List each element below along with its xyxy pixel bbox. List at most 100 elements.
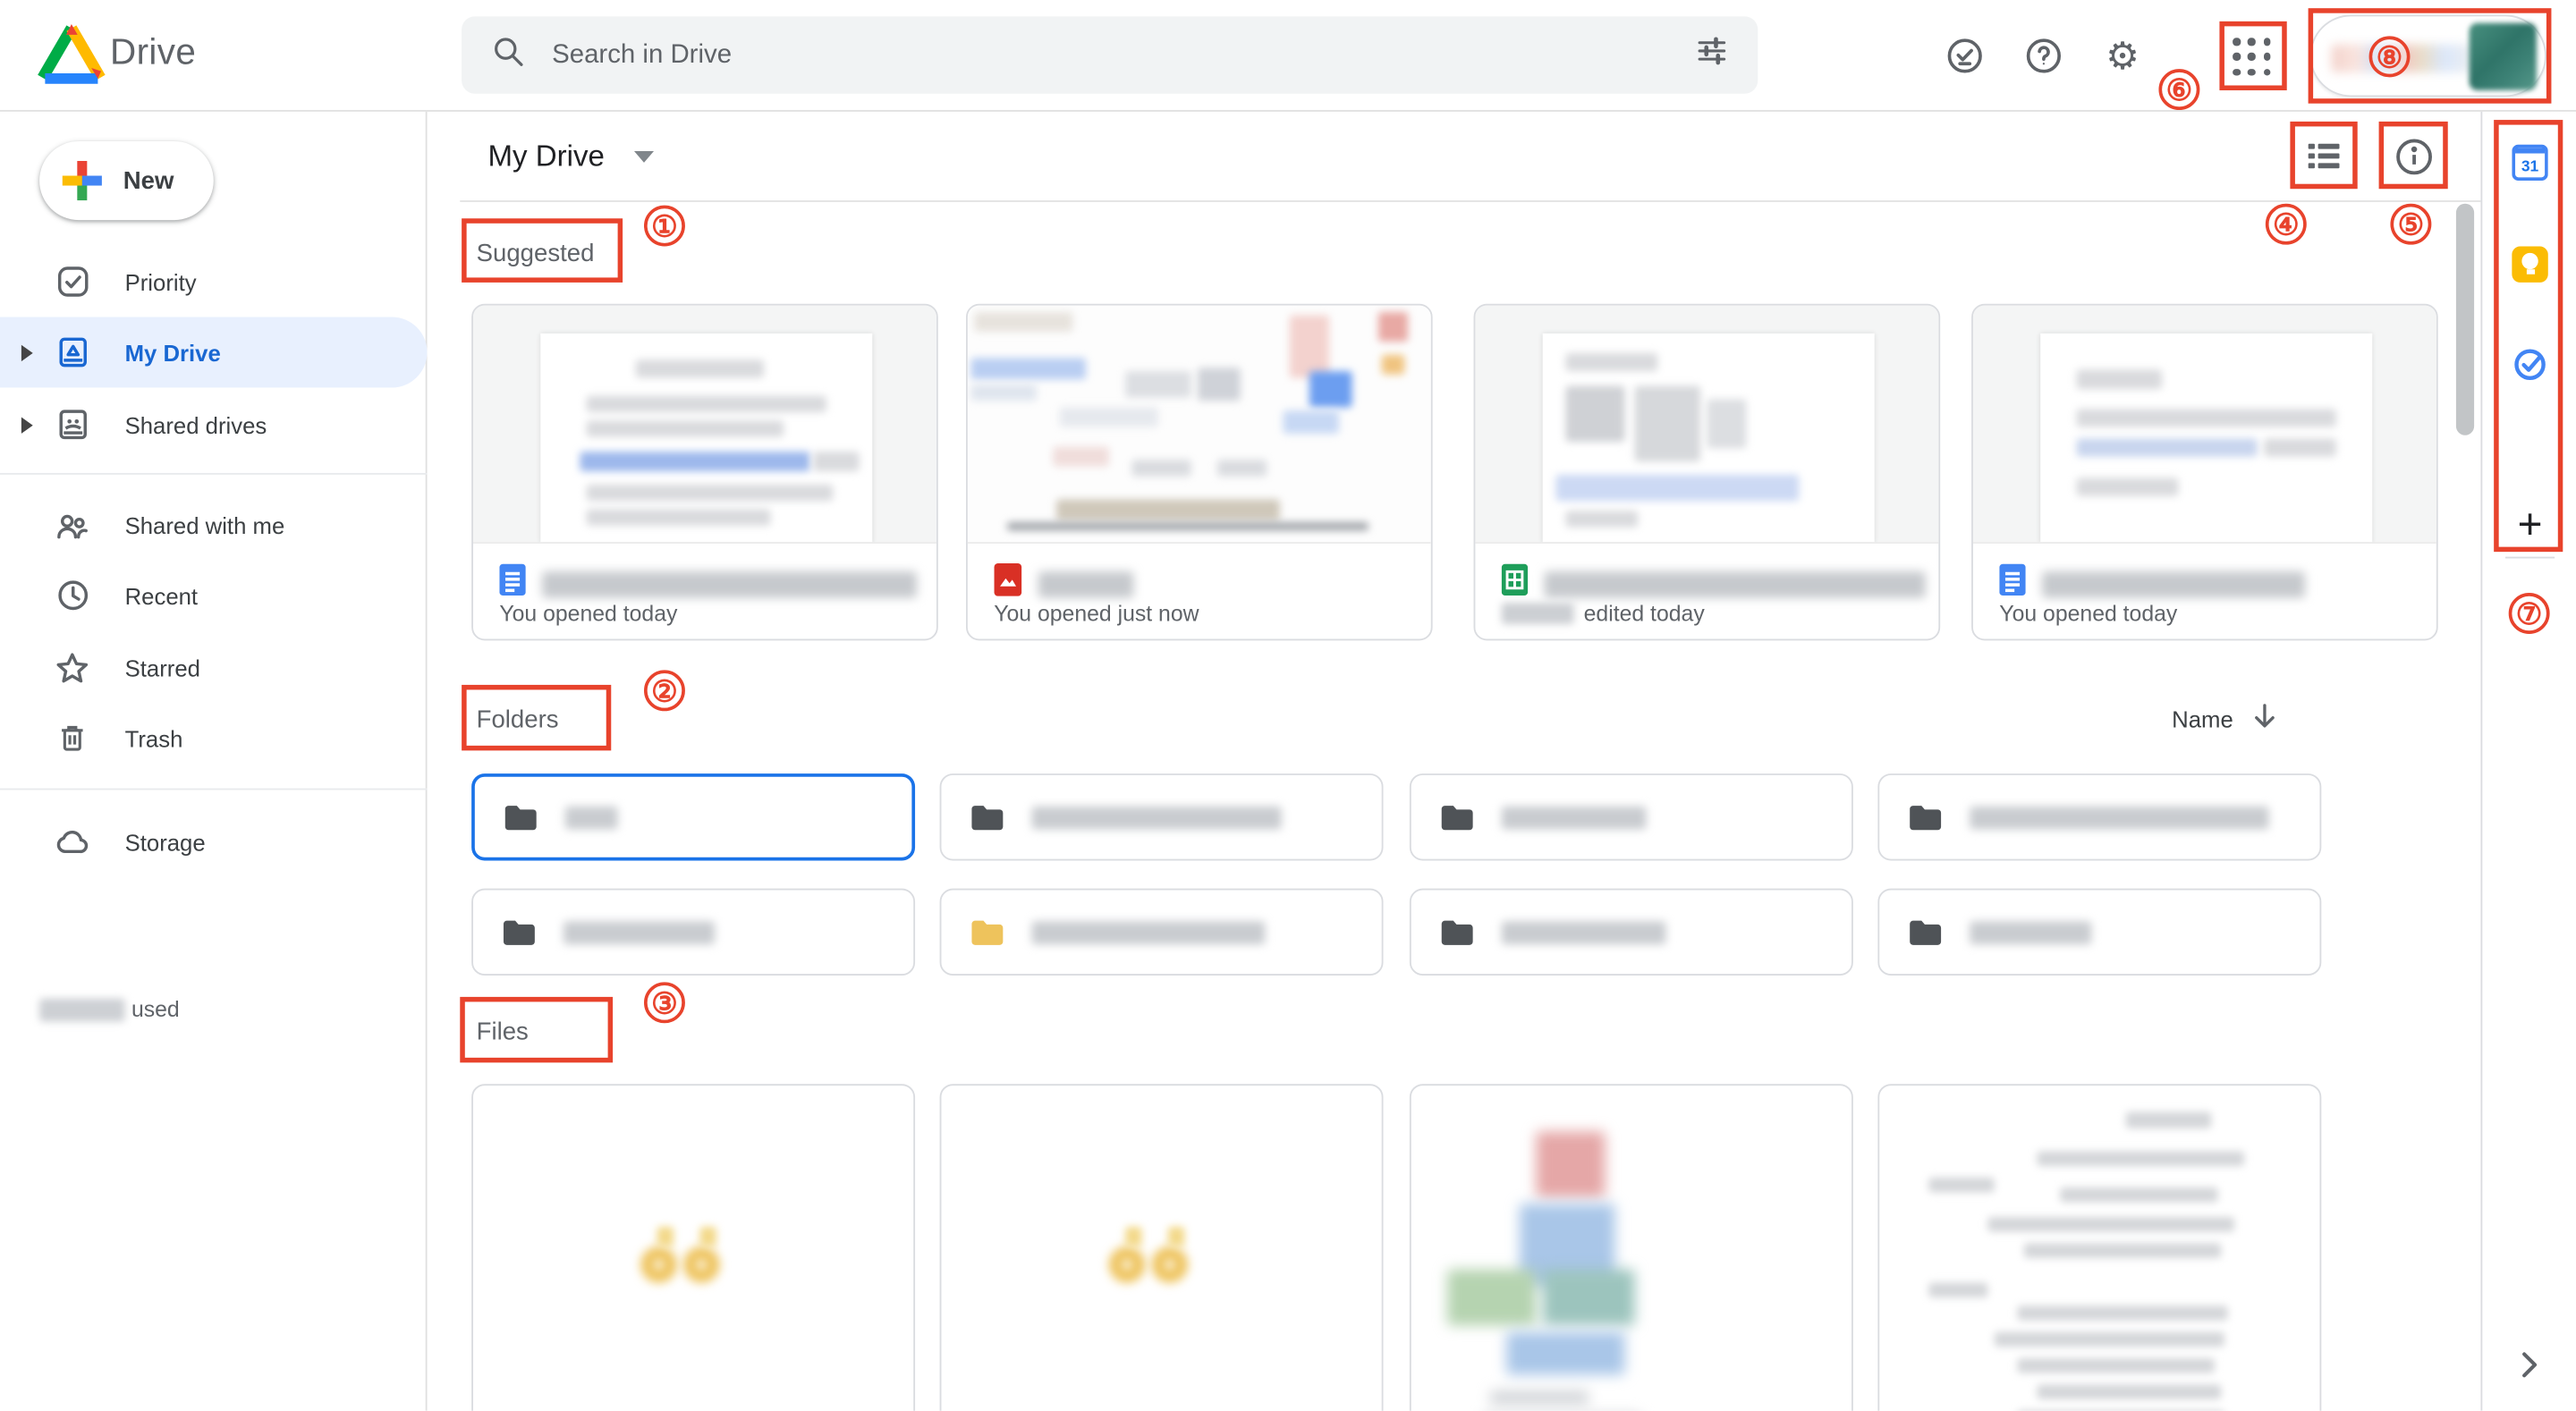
- file-preview: [968, 306, 1431, 544]
- folder-name-blurred: [1031, 920, 1265, 943]
- clock-icon: [55, 578, 90, 613]
- file-caption: You opened today: [499, 601, 677, 626]
- search-options-icon[interactable]: [1696, 35, 1729, 76]
- file-preview: [1475, 306, 1938, 544]
- file-card[interactable]: [940, 1084, 1384, 1411]
- annotation-number-3: ③: [644, 982, 685, 1023]
- sidebar-item-label: My Drive: [125, 339, 221, 365]
- folder-icon-yellow: [970, 917, 1005, 947]
- top-bar: Drive: [0, 0, 2576, 112]
- app-title[interactable]: Drive: [110, 31, 196, 74]
- file-caption: edited today: [1502, 601, 1705, 626]
- folder-card[interactable]: [1410, 889, 1853, 976]
- file-card[interactable]: [471, 1084, 915, 1411]
- list-view-toggle-icon[interactable]: [2293, 126, 2352, 185]
- folder-card[interactable]: [1877, 773, 2321, 860]
- suggested-card[interactable]: You opened just now: [966, 304, 1433, 641]
- annotation-number-2: ②: [644, 670, 685, 711]
- new-button-label: New: [123, 166, 174, 194]
- sidebar: New Priority My Drive: [0, 112, 428, 1411]
- suggested-card[interactable]: You opened today: [1971, 304, 2438, 641]
- sidebar-item-label: Starred: [125, 655, 200, 680]
- file-card[interactable]: [1877, 1084, 2321, 1411]
- sidebar-item-label: Priority: [125, 268, 197, 294]
- sort-label: Name: [2172, 706, 2233, 731]
- sidebar-item-shared-with-me[interactable]: Shared with me: [0, 489, 428, 560]
- folder-card[interactable]: [471, 889, 915, 976]
- folder-card[interactable]: [1877, 889, 2321, 976]
- suggested-card[interactable]: You opened today: [471, 304, 938, 641]
- search-bar[interactable]: [462, 16, 1758, 93]
- file-title-blurred: [542, 570, 917, 596]
- folder-card[interactable]: [940, 773, 1384, 860]
- sidebar-item-shared-drives[interactable]: Shared drives: [0, 389, 428, 460]
- sidebar-item-recent[interactable]: Recent: [0, 560, 428, 630]
- folder-icon: [1907, 802, 1943, 832]
- folder-card-selected[interactable]: [471, 773, 915, 860]
- chevron-right-icon[interactable]: [2512, 1347, 2547, 1382]
- google-apps-icon[interactable]: [2231, 36, 2274, 79]
- offline-status-icon[interactable]: [1945, 36, 1985, 75]
- page-title[interactable]: My Drive: [488, 139, 605, 174]
- sidebar-item-label: Trash: [125, 725, 183, 751]
- folder-icon: [1439, 917, 1475, 947]
- file-title-blurred: [2042, 570, 2305, 596]
- image-file-icon: [994, 563, 1021, 604]
- section-title-folders: Folders: [477, 706, 559, 734]
- folder-card[interactable]: [1410, 773, 1853, 860]
- sort-control[interactable]: Name: [2172, 703, 2277, 734]
- get-addons-plus-icon[interactable]: +: [2512, 506, 2547, 542]
- folder-icon: [501, 917, 537, 947]
- expand-arrow-icon[interactable]: [21, 417, 33, 433]
- details-info-icon[interactable]: [2384, 126, 2443, 185]
- google-docs-icon: [1999, 563, 2025, 604]
- trash-icon: [55, 720, 90, 756]
- file-card[interactable]: [1410, 1084, 1853, 1411]
- priority-icon: [55, 264, 90, 300]
- google-calendar-icon[interactable]: 31: [2512, 145, 2547, 181]
- avatar[interactable]: [2470, 23, 2537, 90]
- sidebar-item-storage[interactable]: Storage: [0, 807, 428, 877]
- folder-name-blurred: [1031, 806, 1281, 829]
- folder-name-blurred: [565, 806, 618, 829]
- expand-arrow-icon[interactable]: [21, 344, 33, 360]
- google-drive-window: Drive: [0, 0, 2576, 1411]
- scrollbar-thumb[interactable]: [2456, 204, 2474, 435]
- file-preview: [1973, 306, 2436, 544]
- sort-direction-down-icon: [2253, 703, 2278, 734]
- file-preview: [473, 306, 936, 544]
- help-icon[interactable]: [2024, 36, 2063, 75]
- account-email-blurred: [2331, 45, 2472, 72]
- settings-gear-icon[interactable]: ⚙: [2103, 36, 2142, 75]
- sidebar-item-label: Shared with me: [125, 511, 285, 537]
- folder-icon: [503, 802, 538, 832]
- account-chip[interactable]: [2309, 15, 2546, 97]
- google-tasks-icon[interactable]: [2512, 347, 2547, 383]
- title-dropdown-icon[interactable]: [634, 151, 654, 163]
- new-button[interactable]: New: [39, 141, 214, 220]
- folder-card[interactable]: [940, 889, 1384, 976]
- plus-multicolor-icon: [63, 161, 102, 200]
- header-divider: [460, 200, 2480, 202]
- search-icon[interactable]: [491, 34, 526, 77]
- folder-icon: [970, 802, 1005, 832]
- search-input[interactable]: [548, 38, 1695, 72]
- folder-name-blurred: [1502, 806, 1647, 829]
- drive-logo-icon[interactable]: [36, 21, 106, 96]
- sidebar-divider: [0, 473, 428, 475]
- people-icon: [55, 507, 90, 543]
- google-docs-icon: [499, 563, 525, 604]
- folder-icon: [1439, 802, 1475, 832]
- sidebar-item-priority[interactable]: Priority: [0, 247, 428, 317]
- folder-name-blurred: [564, 920, 715, 943]
- my-drive-icon: [55, 334, 90, 370]
- suggested-card[interactable]: edited today: [1474, 304, 1941, 641]
- annotation-number-5: ⑤: [2390, 204, 2431, 245]
- sidebar-item-my-drive[interactable]: My Drive: [0, 317, 428, 387]
- file-caption: You opened today: [1999, 601, 2177, 626]
- folder-name-blurred: [1502, 920, 1666, 943]
- folder-name-blurred: [1970, 920, 2091, 943]
- google-keep-icon[interactable]: [2512, 247, 2547, 283]
- sidebar-item-trash[interactable]: Trash: [0, 703, 428, 773]
- sidebar-item-starred[interactable]: Starred: [0, 632, 428, 703]
